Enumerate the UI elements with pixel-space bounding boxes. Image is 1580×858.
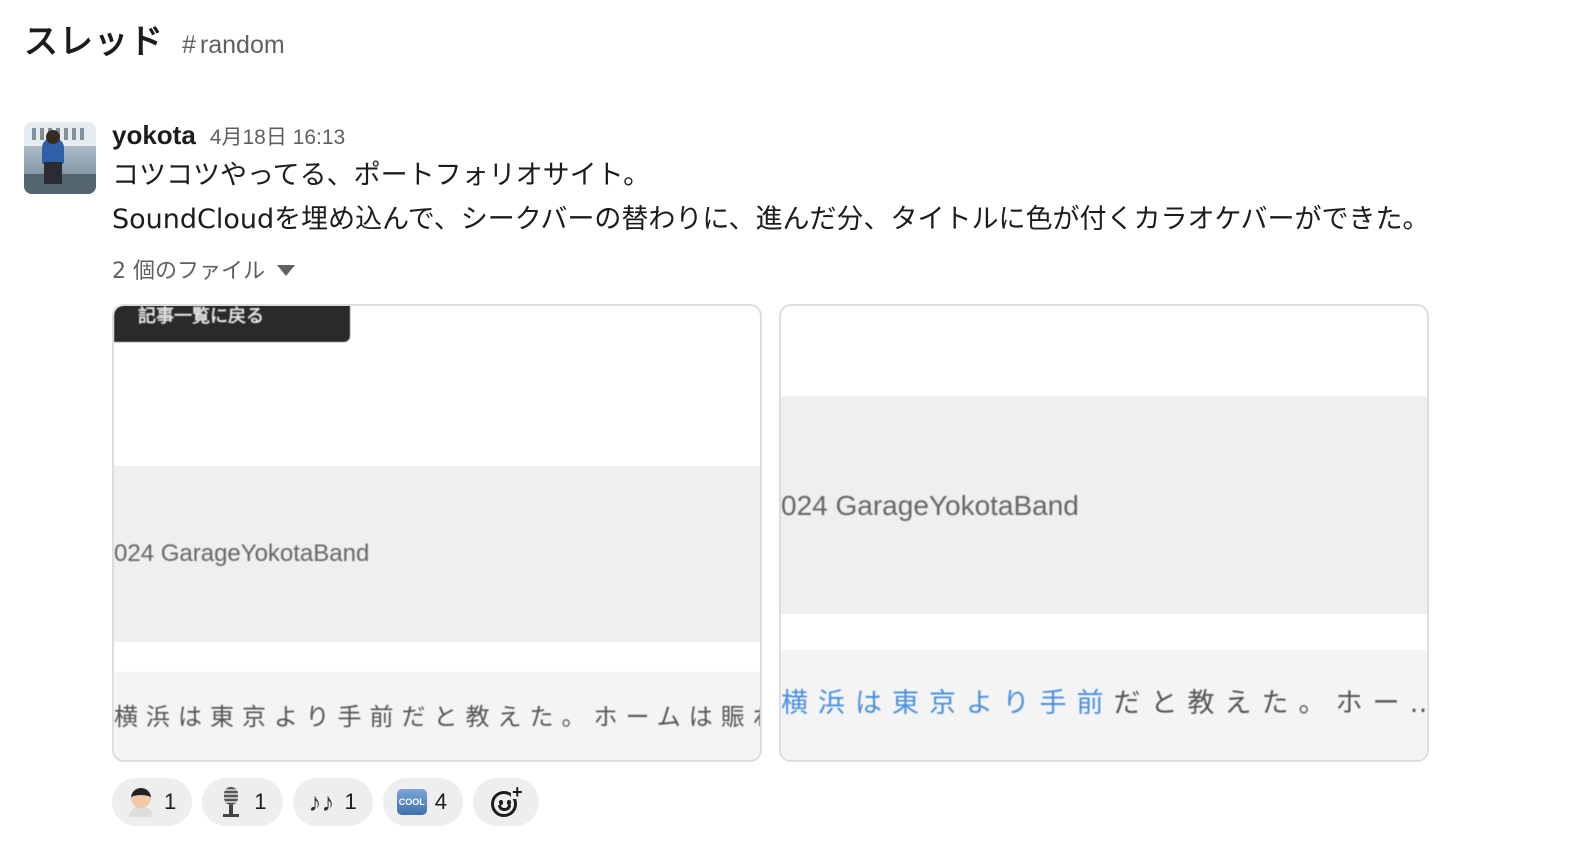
hash-icon: # (182, 31, 196, 59)
caret-down-icon (277, 264, 295, 276)
band-title: 024 GarageYokotaBand (781, 490, 1079, 521)
lyric-highlight: 横浜は東京より手前 (781, 688, 1114, 719)
reactions-bar: 1 1 ♪♪ 1 COOL 4 + (112, 778, 539, 826)
lyric-rest: だと教えた。ホー… (1113, 688, 1427, 719)
face-emoji-icon (126, 787, 156, 817)
timestamp[interactable]: 4月18日 16:13 (210, 121, 345, 151)
channel-name: random (199, 31, 285, 59)
file-attachments: 記事一覧に戻る 024 GarageYokotaBand 横浜は東京より手前だと… (112, 304, 1442, 764)
avatar[interactable] (24, 122, 96, 194)
message-meta: yokota 4月18日 16:13 (112, 120, 1562, 154)
music-notes-icon: ♪♪ (308, 787, 335, 817)
lyric-rest: 横浜は東京より手前だと教えた。ホームは賑わ (114, 703, 760, 731)
reaction-count: 1 (254, 789, 267, 814)
lyric-line: 横浜は東京より手前だと教えた。ホームは賑わ (114, 672, 760, 760)
reaction-count: 4 (434, 789, 447, 814)
file-preview[interactable]: 記事一覧に戻る 024 GarageYokotaBand 横浜は東京より手前だと… (112, 304, 762, 762)
thread-header: スレッド # random (24, 14, 285, 63)
band-title: 024 GarageYokotaBand (114, 540, 370, 567)
back-to-articles-label: 記事一覧に戻る (114, 306, 350, 342)
reaction-count: 1 (164, 789, 177, 814)
reaction-microphone[interactable]: 1 (202, 778, 283, 826)
add-emoji-icon: + (489, 783, 524, 819)
message-body: yokota 4月18日 16:13 コツコツやってる、ポートフォリオサイト。 … (112, 120, 1562, 826)
message-text-line: SoundCloudを埋め込んで、シークバーの替わりに、進んだ分、タイトルに色が… (112, 204, 1430, 235)
lyric-line: 横浜は東京より手前だと教えた。ホー… (781, 650, 1427, 760)
files-label: 2 個のファイル (112, 259, 265, 284)
files-toggle[interactable]: 2 個のファイル (112, 252, 1562, 286)
reaction-face[interactable]: 1 (112, 778, 193, 826)
message-text-line: コツコツやってる、ポートフォリオサイト。 (112, 160, 651, 191)
reaction-count: 1 (344, 789, 357, 814)
username[interactable]: yokota (112, 120, 196, 151)
reaction-notes[interactable]: ♪♪ 1 (292, 778, 373, 826)
cool-icon: COOL (396, 789, 427, 815)
thread-title: スレッド (24, 22, 164, 62)
reaction-cool[interactable]: COOL 4 (382, 778, 463, 826)
file-preview[interactable]: 024 GarageYokotaBand 横浜は東京より手前だと教えた。ホー… (779, 304, 1429, 762)
add-reaction-button[interactable]: + (473, 778, 539, 826)
microphone-icon (216, 787, 246, 817)
channel-link[interactable]: # random (182, 31, 285, 60)
